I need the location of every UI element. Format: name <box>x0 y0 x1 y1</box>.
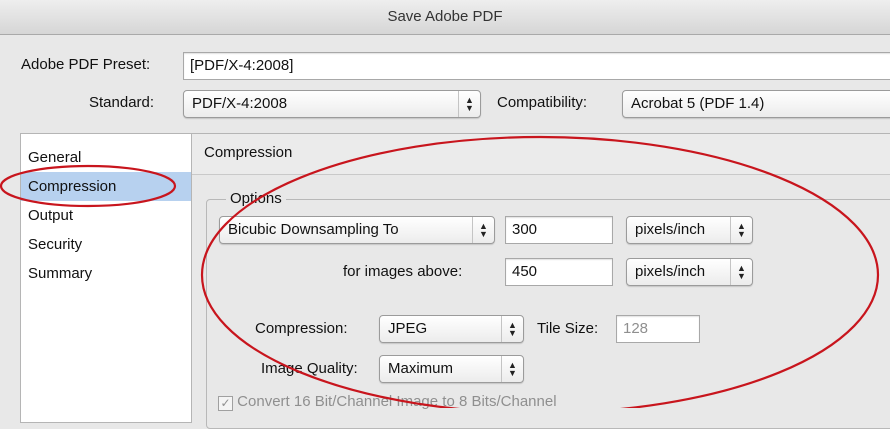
annotation-layer <box>0 135 879 408</box>
annotation-circle-options <box>201 135 879 408</box>
annotation-circle-sidebar <box>0 164 177 208</box>
